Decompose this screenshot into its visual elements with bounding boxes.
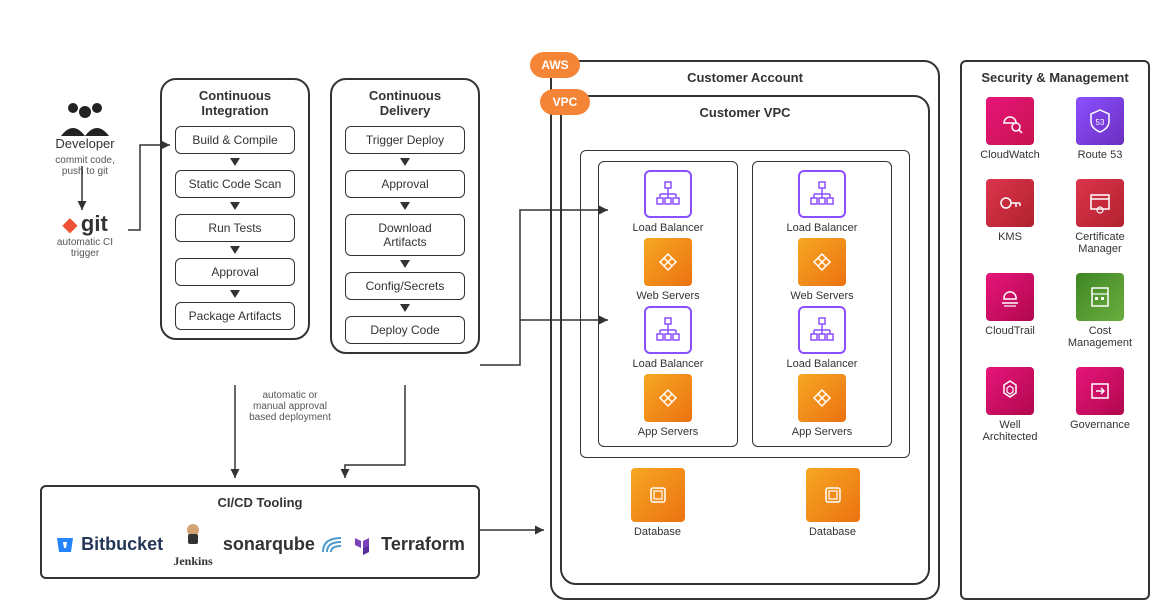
ci-step-approval: Approval (175, 258, 295, 286)
git-label: git (81, 211, 108, 236)
lb2-label-b: Load Balancer (787, 358, 858, 370)
kms-icon (986, 179, 1034, 227)
cloudtrail-icon (986, 273, 1034, 321)
cd-step-deploy: Deploy Code (345, 316, 465, 344)
sonarqube-logo: sonarqube (223, 534, 343, 555)
load-balancer-icon (644, 306, 692, 354)
governance-icon (1076, 367, 1124, 415)
developer-label: Developer (40, 136, 130, 151)
web-label-a: Web Servers (636, 290, 699, 302)
customer-vpc-title: Customer VPC (570, 105, 920, 120)
app-server-icon (798, 374, 846, 422)
cd-step-trigger: Trigger Deploy (345, 126, 465, 154)
route53-icon: 53 (1076, 97, 1124, 145)
route53-label: Route 53 (1064, 149, 1136, 161)
app-server-icon (644, 374, 692, 422)
certificate-manager-icon (1076, 179, 1124, 227)
web-label-b: Web Servers (790, 290, 853, 302)
lb1-label-b: Load Balancer (787, 222, 858, 234)
wellarch-label: Well Architected (974, 419, 1046, 443)
costmgmt-label: Cost Management (1064, 325, 1136, 349)
terraform-logo: Terraform (353, 534, 465, 556)
app-label-b: App Servers (792, 426, 853, 438)
web-server-icon (798, 238, 846, 286)
load-balancer-icon (644, 170, 692, 218)
arrow-down-icon (400, 260, 410, 268)
git-logo-icon: ◆ (62, 214, 77, 236)
developer-icon (40, 100, 130, 136)
arrow-down-icon (230, 246, 240, 254)
sonarqube-icon (321, 536, 343, 554)
db-label-b: Database (797, 526, 869, 538)
arrow-down-icon (230, 202, 240, 210)
certmgr-label: Certificate Manager (1064, 231, 1136, 255)
jenkins-icon (179, 520, 207, 548)
governance-label: Governance (1064, 419, 1136, 431)
arrow-down-icon (400, 158, 410, 166)
cd-step-approval: Approval (345, 170, 465, 198)
arrow-down-icon (230, 290, 240, 298)
customer-account-title: Customer Account (560, 70, 930, 85)
app-label-a: App Servers (638, 426, 699, 438)
database-icon (806, 468, 860, 522)
kms-label: KMS (974, 231, 1046, 243)
terraform-icon (353, 534, 375, 556)
ci-step-package: Package Artifacts (175, 302, 295, 330)
arrow-down-icon (230, 158, 240, 166)
lb2-label-a: Load Balancer (633, 358, 704, 370)
well-architected-icon (986, 367, 1034, 415)
arrow-down-icon (400, 304, 410, 312)
svg-text:53: 53 (1096, 118, 1105, 127)
lb1-label-a: Load Balancer (633, 222, 704, 234)
database-icon (631, 468, 685, 522)
cost-management-icon (1076, 273, 1124, 321)
load-balancer-icon (798, 170, 846, 218)
bitbucket-icon (55, 535, 75, 555)
ci-step-build: Build & Compile (175, 126, 295, 154)
web-server-icon (644, 238, 692, 286)
trigger-note: automatic CI trigger (40, 237, 130, 259)
deployment-note: automatic or manual approval based deplo… (230, 390, 350, 423)
aws-badge-icon: AWS (530, 52, 580, 78)
cd-step-download: Download Artifacts (345, 214, 465, 256)
bitbucket-logo: Bitbucket (55, 534, 163, 555)
ci-title: Continuous Integration (170, 88, 300, 118)
cd-step-config: Config/Secrets (345, 272, 465, 300)
ci-step-tests: Run Tests (175, 214, 295, 242)
commit-note: commit code, push to git (40, 155, 130, 177)
db-label-a: Database (622, 526, 694, 538)
cloudwatch-icon (986, 97, 1034, 145)
cloudwatch-label: CloudWatch (974, 149, 1046, 161)
jenkins-logo: Jenkins (173, 520, 212, 569)
cloudtrail-label: CloudTrail (974, 325, 1046, 337)
load-balancer-icon (798, 306, 846, 354)
arrow-down-icon (400, 202, 410, 210)
ci-step-scan: Static Code Scan (175, 170, 295, 198)
tooling-title: CI/CD Tooling (50, 495, 470, 510)
cd-title: Continuous Delivery (340, 88, 470, 118)
vpc-badge-icon: VPC (540, 89, 590, 115)
security-title: Security & Management (970, 70, 1140, 85)
